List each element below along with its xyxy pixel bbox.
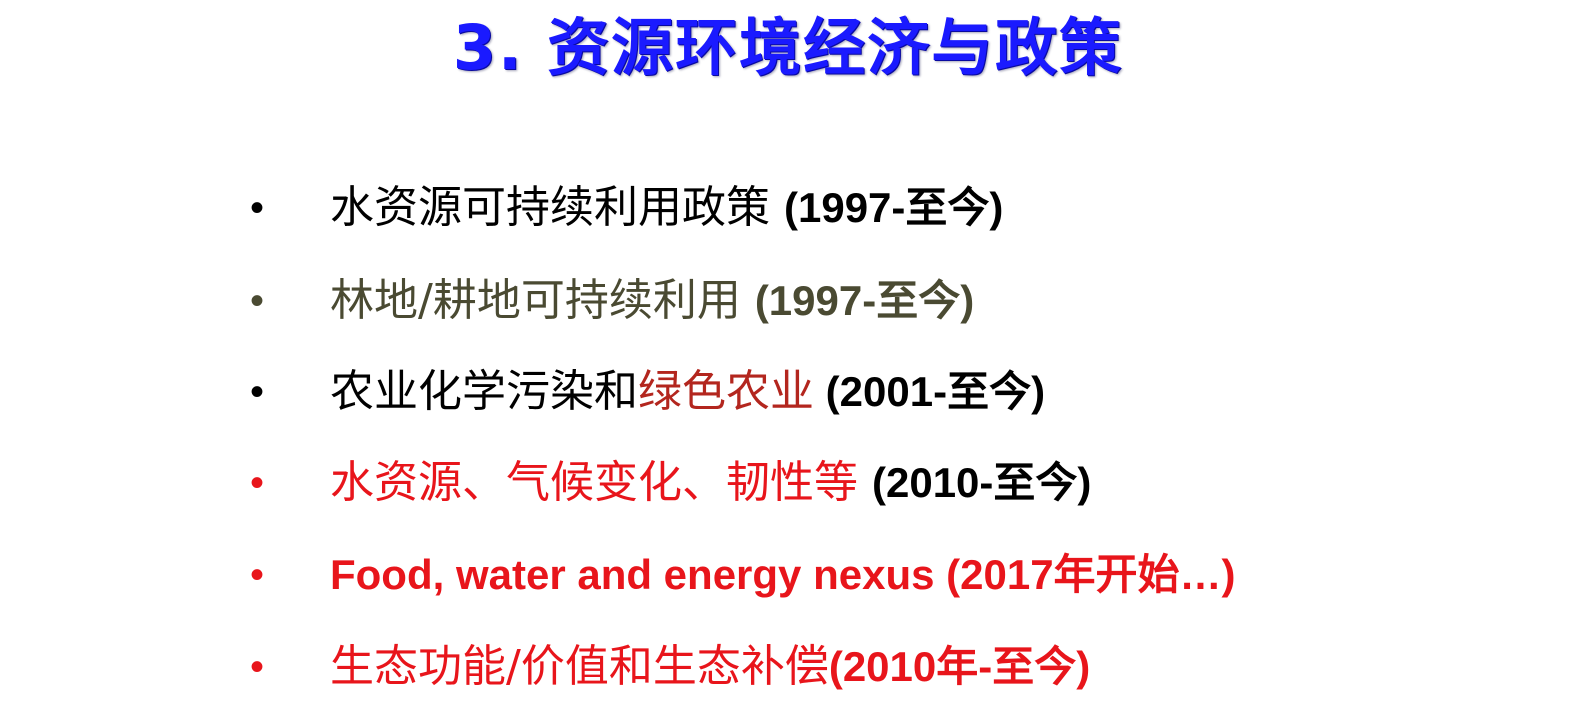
bullet-item-water-policy: • 水资源可持续利用政策 (1997-至今) (0, 168, 1576, 248)
bullet-years: (2017年开始…) (946, 551, 1236, 598)
bullet-item-fwe-nexus: • Food, water and energy nexus (2017年开始…… (0, 535, 1576, 615)
bullet-marker: • (250, 370, 265, 414)
bullet-marker: • (250, 553, 265, 597)
bullet-item-forest-land: • 林地/耕地可持续利用 (1997-至今) (0, 261, 1576, 341)
bullet-marker: • (250, 645, 265, 689)
bullet-item-agri-pollution: • 农业化学污染和绿色农业 (2001-至今) (0, 352, 1576, 432)
bullet-text: 水资源、气候变化、韧性等 (2010-至今) (330, 443, 1091, 523)
bullet-main-text: 林地/耕地可持续利用 (330, 275, 755, 326)
bullet-text: 水资源可持续利用政策 (1997-至今) (330, 168, 1003, 248)
bullet-main-text: 农业化学污染和 (330, 366, 638, 417)
bullet-text: 农业化学污染和绿色农业 (2001-至今) (330, 352, 1045, 432)
bullet-marker: • (250, 461, 265, 505)
bullet-text: 生态功能/价值和生态补偿(2010年-至今) (330, 627, 1090, 705)
bullet-accent-text: 绿色农业 (638, 366, 814, 417)
bullet-main-text: 生态功能/价值和生态补偿 (330, 641, 829, 692)
slide: 3. 资源环境经济与政策 • 水资源可持续利用政策 (1997-至今) • 林地… (0, 0, 1576, 705)
bullet-main-text: 水资源可持续利用政策 (330, 182, 784, 233)
bullet-years: (1997-至今) (784, 184, 1004, 231)
bullet-item-eco-compensation: • 生态功能/价值和生态补偿(2010年-至今) (0, 627, 1576, 705)
bullet-years: (2010-至今) (872, 459, 1092, 506)
bullet-marker: • (250, 186, 265, 230)
bullet-years: (2010年-至今) (828, 643, 1091, 690)
bullet-text: 林地/耕地可持续利用 (1997-至今) (330, 261, 974, 341)
bullet-text: Food, water and energy nexus (2017年开始…) (330, 535, 1236, 615)
bullet-main-text: 水资源、气候变化、韧性等 (330, 457, 872, 508)
bullet-years: (2001-至今) (814, 368, 1046, 415)
slide-title: 3. 资源环境经济与政策 (452, 11, 1124, 84)
bullet-item-climate-resilience: • 水资源、气候变化、韧性等 (2010-至今) (0, 443, 1576, 523)
bullet-marker: • (250, 279, 265, 323)
bullet-years: (1997-至今) (754, 277, 975, 324)
bullet-main-text: Food, water and energy nexus (330, 551, 947, 598)
